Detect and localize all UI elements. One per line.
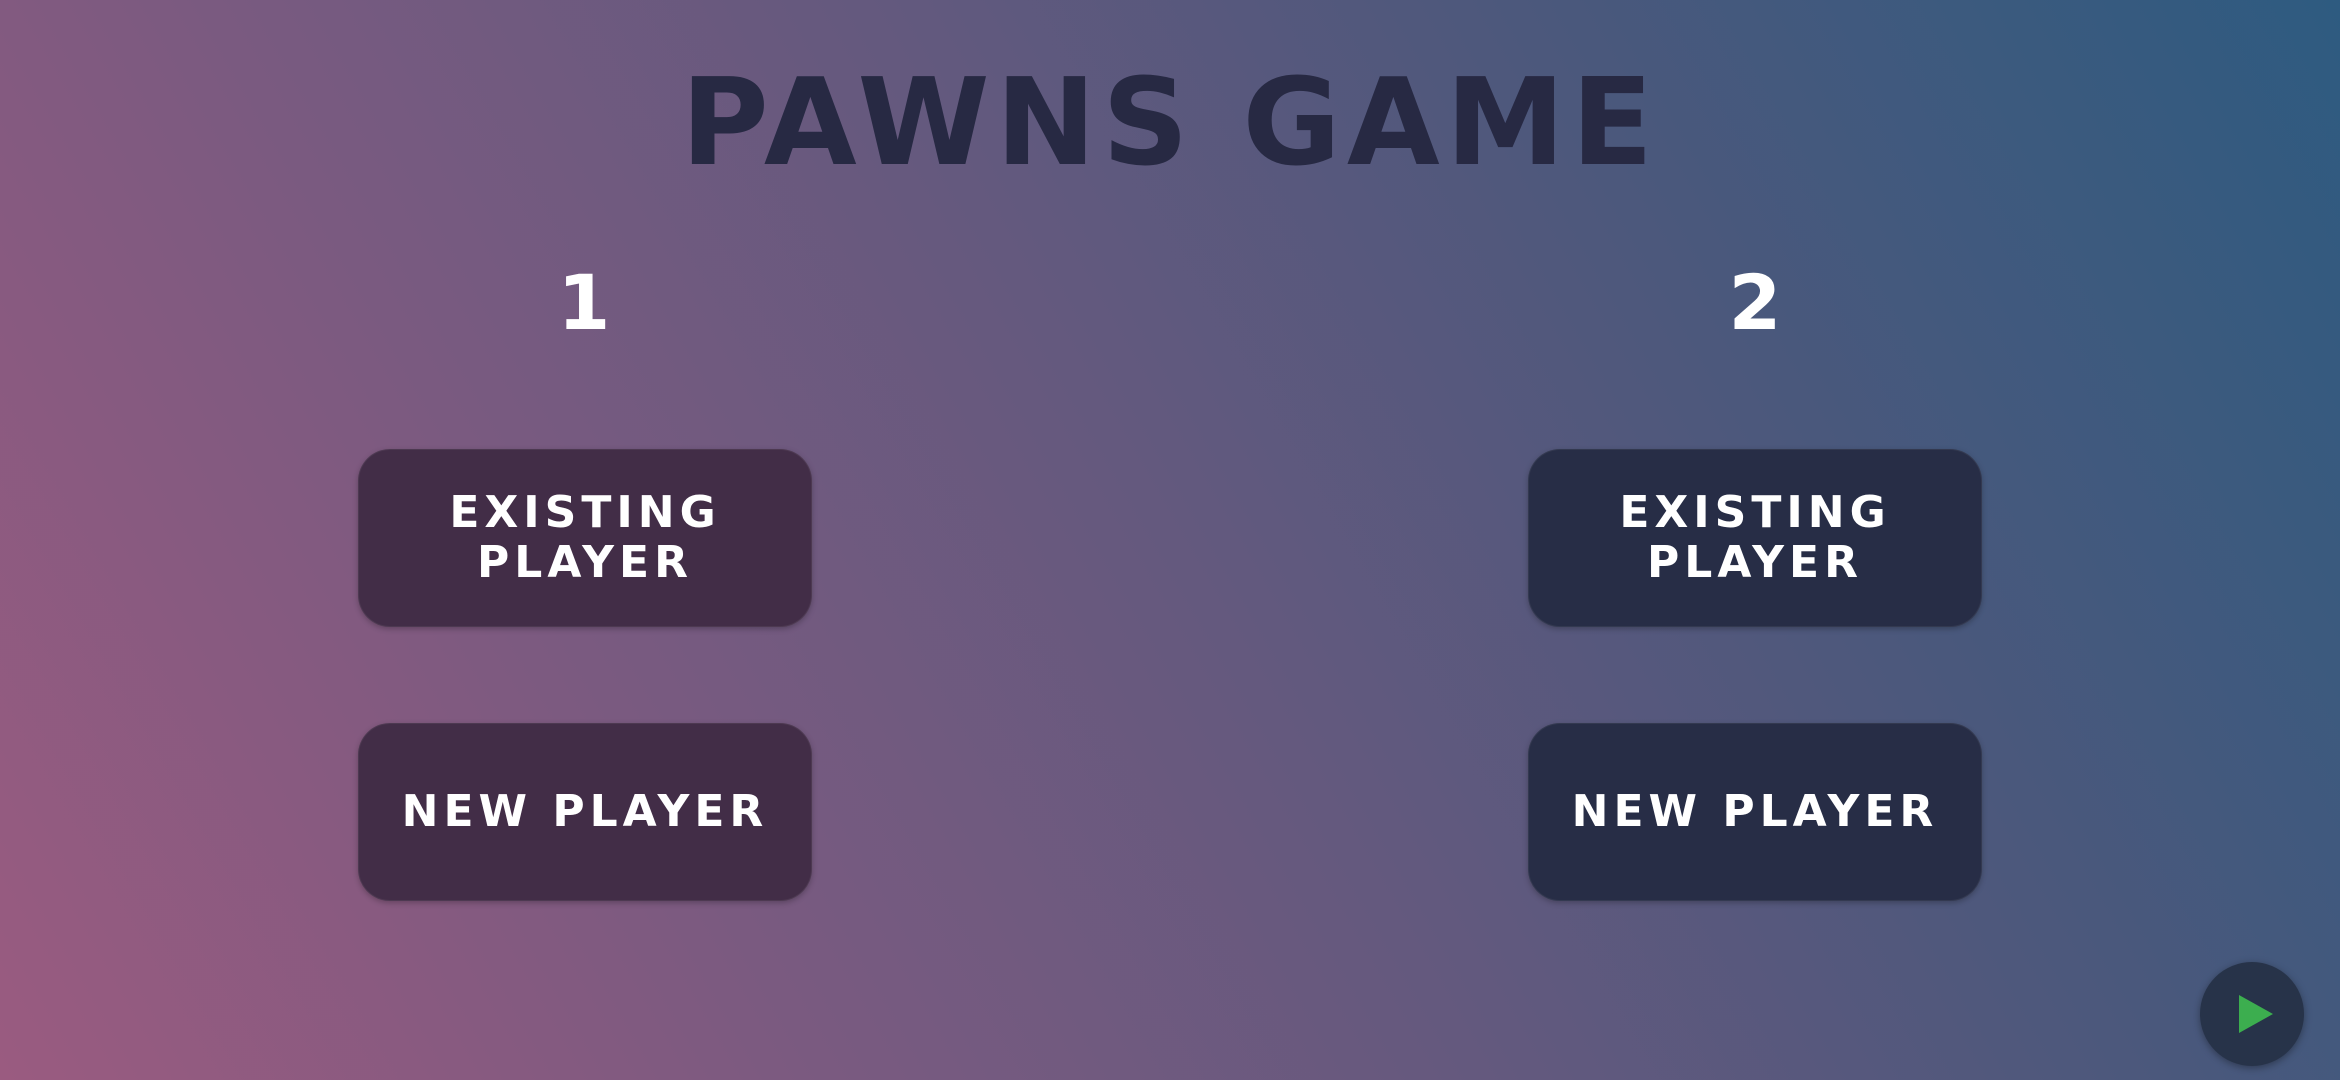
player-2-new-player-label: NEW PLAYER [1571, 786, 1939, 837]
play-icon [2239, 995, 2273, 1033]
player-1-number: 1 [557, 258, 611, 347]
player-1-existing-player-button[interactable]: EXISTING PLAYER [358, 449, 812, 627]
player-2-existing-player-label: EXISTING PLAYER [1619, 487, 1891, 588]
player-2-new-player-button[interactable]: NEW PLAYER [1528, 723, 1982, 901]
player-1-existing-player-label: EXISTING PLAYER [449, 487, 721, 588]
player-2-number: 2 [1728, 258, 1782, 347]
play-button[interactable] [2200, 962, 2304, 1066]
player-1-new-player-button[interactable]: NEW PLAYER [358, 723, 812, 901]
player-1-new-player-label: NEW PLAYER [401, 786, 769, 837]
game-title: PAWNS GAME [680, 54, 1660, 193]
player-2-existing-player-button[interactable]: EXISTING PLAYER [1528, 449, 1982, 627]
